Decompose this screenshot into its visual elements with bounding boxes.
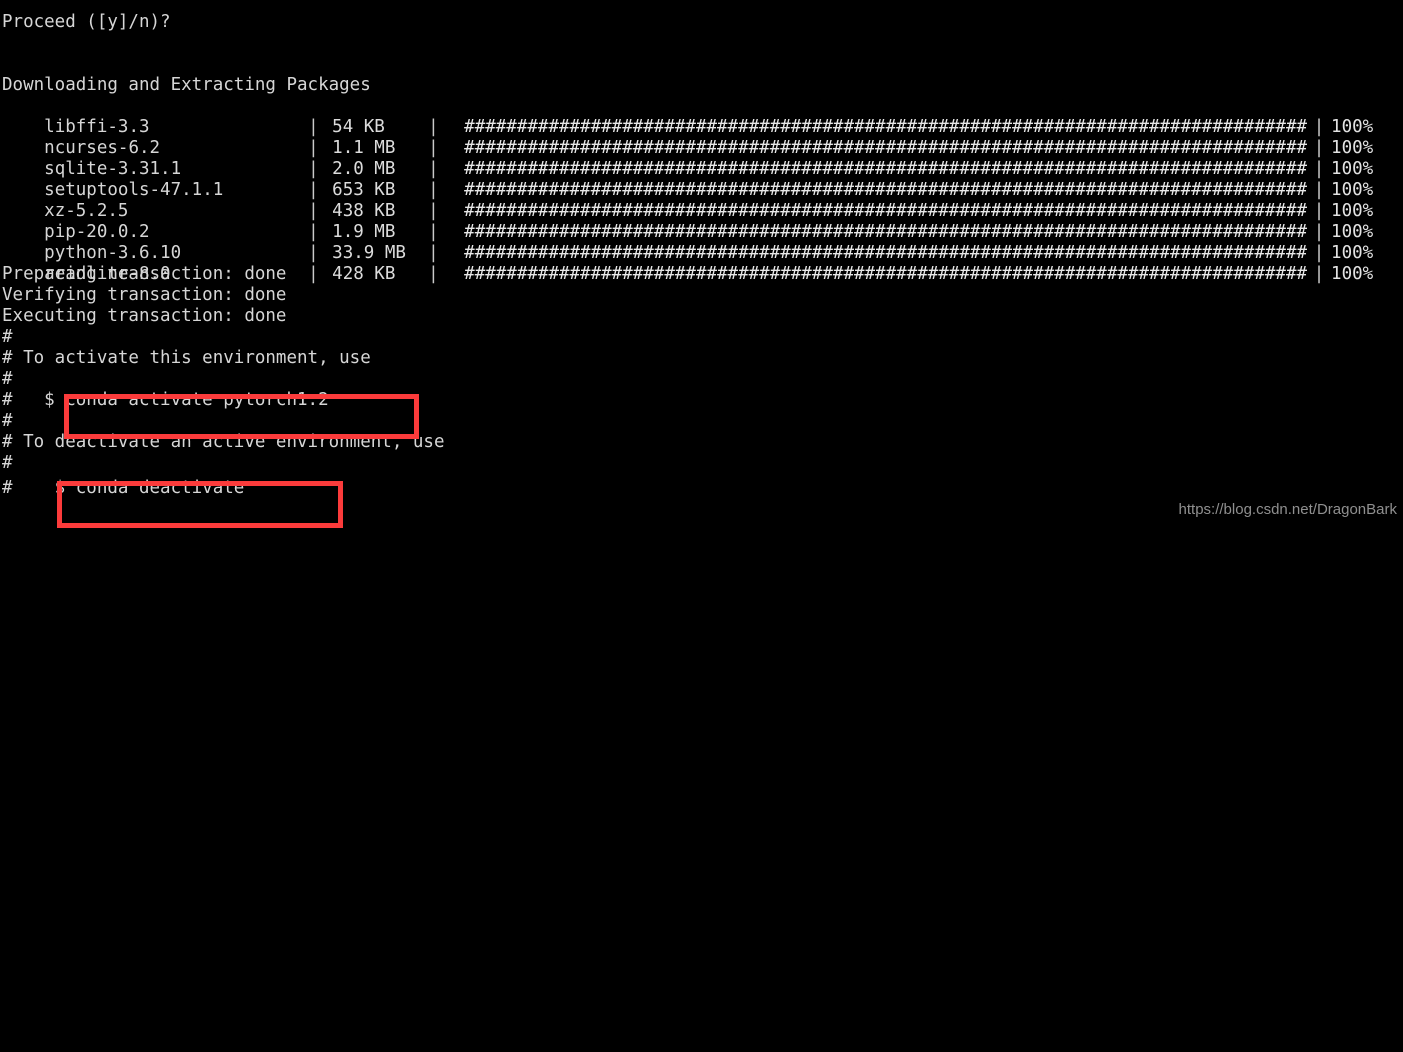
- watermark-url: https://blog.csdn.net/DragonBark: [1178, 500, 1397, 518]
- table-row: libffi-3.3 | 54 KB | #######################…: [2, 96, 1373, 137]
- table-row: pip-20.0.2 | 1.9 MB | ######################…: [2, 201, 1373, 242]
- preparing-transaction-line: Preparing transaction: done: [2, 264, 287, 284]
- column-separator: |: [1313, 264, 1325, 285]
- table-row: sqlite-3.31.1 | 2.0 MB | ###################…: [2, 138, 1373, 179]
- column-separator: |: [428, 264, 439, 285]
- package-size: 428 KB: [332, 264, 396, 285]
- table-row: ncurses-6.2 | 1.1 MB | #####################…: [2, 117, 1373, 158]
- comment-hash-line-3: #: [2, 411, 13, 431]
- activate-hint-line: # To activate this environment, use: [2, 348, 371, 368]
- deactivate-hint-line: # To deactivate an active environment, u…: [2, 432, 445, 452]
- table-row: setuptools-47.1.1 | 653 KB | ###############…: [2, 159, 1373, 200]
- column-separator: |: [308, 264, 319, 285]
- deactivate-command-line[interactable]: # $ conda deactivate: [2, 478, 244, 499]
- progress-bar: ########################################…: [464, 264, 1308, 285]
- activate-command-line[interactable]: # $ conda activate pytorch1.2: [2, 390, 329, 411]
- terminal-window[interactable]: Proceed ([y]/n)? Downloading and Extract…: [0, 0, 1403, 528]
- verifying-transaction-line: Verifying transaction: done: [2, 285, 287, 305]
- comment-hash-line-1: #: [2, 327, 13, 347]
- downloading-header-line: Downloading and Extracting Packages: [2, 75, 371, 95]
- executing-transaction-line: Executing transaction: done: [2, 306, 287, 326]
- table-row: python-3.6.10 | 33.9 MB | ##################…: [2, 222, 1373, 263]
- table-row: readline-8.0 | 428 KB | ####################…: [2, 243, 1373, 284]
- comment-hash-line-4: #: [2, 453, 13, 473]
- proceed-prompt-line: Proceed ([y]/n)?: [2, 12, 171, 32]
- comment-hash-line-2: #: [2, 369, 13, 389]
- progress-percent: 100%: [1331, 264, 1374, 285]
- table-row: xz-5.2.5 | 438 KB | ########################…: [2, 180, 1373, 221]
